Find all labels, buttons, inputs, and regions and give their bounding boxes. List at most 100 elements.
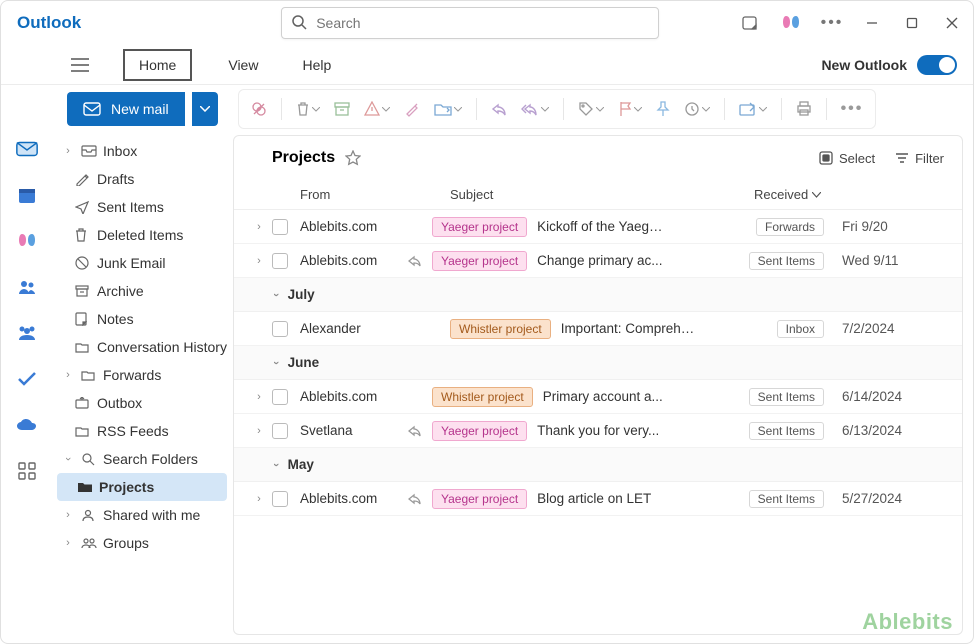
sweep-icon[interactable] [404,101,420,117]
checkbox[interactable] [272,253,288,269]
move-icon[interactable] [434,102,462,116]
app-rail [1,133,53,643]
expand-icon[interactable]: › [250,493,268,505]
group-header[interactable]: ›May [234,448,962,482]
category-tag[interactable]: Yaeger project [432,251,527,271]
reply-all-icon[interactable] [521,102,549,116]
filter-button[interactable]: Filter [895,151,944,166]
expand-icon[interactable]: › [250,255,268,267]
col-from[interactable]: From [300,187,450,202]
nav-junk[interactable]: Junk Email [53,249,231,277]
nav-archive[interactable]: Archive [53,277,231,305]
chevron-down-icon[interactable]: › [270,293,282,297]
rail-onedrive-icon[interactable] [15,413,39,437]
favorite-star-icon[interactable] [345,150,361,166]
nav-conversation-history[interactable]: Conversation History [53,333,231,361]
nav-shared[interactable]: ›Shared with me [53,501,231,529]
more-icon[interactable]: ••• [823,14,841,32]
title-bar: Outlook ••• [1,1,973,45]
new-mail-button[interactable]: New mail [67,92,185,126]
rail-people-icon[interactable] [15,275,39,299]
flag-icon[interactable] [618,101,642,117]
nav-sent[interactable]: Sent Items [53,193,231,221]
rail-apps-icon[interactable] [15,459,39,483]
tab-view[interactable]: View [220,53,266,77]
reply-icon[interactable] [491,102,507,116]
message-row[interactable]: › Ablebits.com Yaeger project Kickoff of… [234,210,962,244]
folder-tag: Inbox [777,320,824,338]
pin-icon[interactable] [656,101,670,117]
chevron-down-icon[interactable]: › [270,361,282,365]
nav-notes[interactable]: Notes [53,305,231,333]
group-header[interactable]: ›June [234,346,962,380]
toolbar-more-icon[interactable]: ••• [841,100,864,118]
message-row[interactable]: › Ablebits.com Yaeger project Blog artic… [234,482,962,516]
nav-inbox[interactable]: ›Inbox [53,137,231,165]
quick-steps-icon[interactable] [739,102,767,116]
rail-mail-icon[interactable] [15,137,39,161]
col-subject[interactable]: Subject [450,187,754,202]
report-icon[interactable] [364,101,390,117]
nav-groups[interactable]: ›Groups [53,529,231,557]
checkbox[interactable] [272,423,288,439]
tab-home[interactable]: Home [123,49,192,81]
delete-icon[interactable] [296,101,320,117]
message-row[interactable]: › Ablebits.com Yaeger project Change pri… [234,244,962,278]
replied-icon [408,425,432,437]
chevron-down-icon[interactable]: › [270,463,282,467]
message-row[interactable]: Alexander Whistler project Important: Co… [234,312,962,346]
tag-icon[interactable] [578,101,604,117]
main: ›Inbox Drafts Sent Items Deleted Items J… [1,133,973,643]
message-row[interactable]: › Svetlana Yaeger project Thank you for … [234,414,962,448]
archive-icon[interactable] [334,102,350,116]
new-mail-dropdown[interactable] [192,92,218,126]
rail-todo-icon[interactable] [15,367,39,391]
group-header[interactable]: ›July [234,278,962,312]
checkbox[interactable] [272,491,288,507]
category-tag[interactable]: Whistler project [432,387,533,407]
folder-tag: Forwards [756,218,824,236]
print-icon[interactable] [796,101,812,117]
hamburger-icon[interactable] [71,58,89,72]
category-tag[interactable]: Yaeger project [432,421,527,441]
rail-groups-icon[interactable] [15,321,39,345]
minimize-button[interactable] [863,14,881,32]
col-received[interactable]: Received [754,187,821,202]
nav-deleted[interactable]: Deleted Items [53,221,231,249]
tab-help[interactable]: Help [294,53,339,77]
nav-forwards[interactable]: ›Forwards [53,361,231,389]
nav-projects[interactable]: Projects [57,473,227,501]
expand-icon[interactable]: › [250,221,268,233]
subject-cell: Change primary ac... [537,253,667,268]
category-tag[interactable]: Yaeger project [432,489,527,509]
new-outlook-switch[interactable] [917,55,957,75]
nav-outbox[interactable]: Outbox [53,389,231,417]
checkbox[interactable] [272,389,288,405]
menu-bar: Home View Help New Outlook [1,45,973,85]
received-cell: 5/27/2024 [842,491,962,506]
rail-calendar-icon[interactable] [15,183,39,207]
snooze-icon[interactable] [684,101,710,117]
category-tag[interactable]: Yaeger project [432,217,527,237]
new-outlook-toggle: New Outlook [821,55,973,75]
notes-pane-icon[interactable] [741,14,759,32]
from-cell: Ablebits.com [300,219,408,234]
discard-icon[interactable] [251,101,267,117]
close-button[interactable] [943,14,961,32]
nav-search-folders[interactable]: ›Search Folders [53,445,231,473]
checkbox[interactable] [272,219,288,235]
expand-icon[interactable]: › [250,425,268,437]
category-tag[interactable]: Whistler project [450,319,551,339]
message-row[interactable]: › Ablebits.com Whistler project Primary … [234,380,962,414]
checkbox[interactable] [272,321,288,337]
nav-drafts[interactable]: Drafts [53,165,231,193]
replied-icon [408,255,432,267]
expand-icon[interactable]: › [250,391,268,403]
nav-rss[interactable]: RSS Feeds [53,417,231,445]
select-button[interactable]: Select [819,151,875,166]
copilot-icon[interactable] [781,13,801,33]
rail-copilot-icon[interactable] [15,229,39,253]
maximize-button[interactable] [903,14,921,32]
subject-cell: Kickoff of the Yaege... [537,219,667,234]
search-input[interactable] [281,7,659,39]
